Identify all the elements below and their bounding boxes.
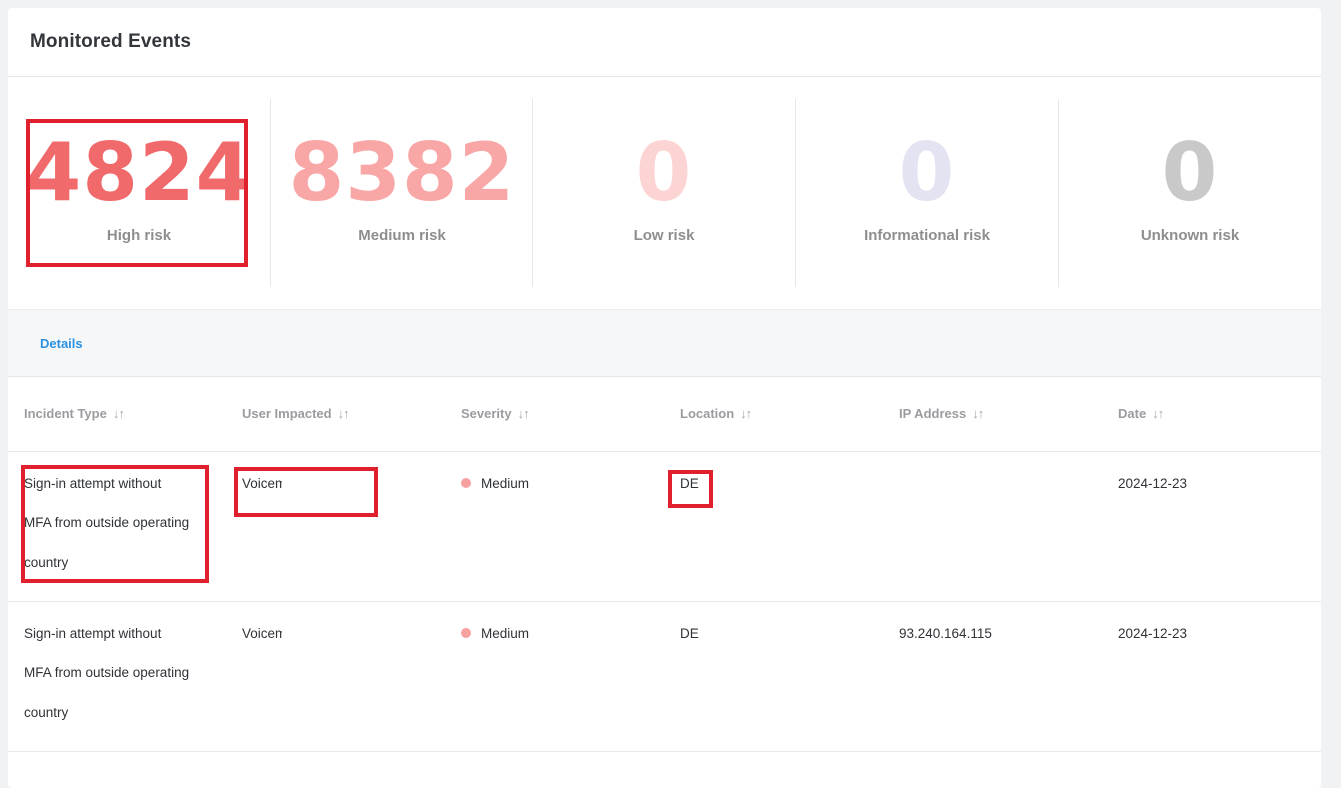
date-value: 2024-12-23 [1118,625,1188,641]
cell-date: 2024-12-23 [1102,601,1321,752]
stat-value: 8382 [288,126,516,219]
sort-icon[interactable]: ↓↑ [518,406,530,421]
cell-ip-address [883,451,1102,602]
cell-severity: Medium [445,451,664,602]
stat-unknown-risk[interactable]: 0 Unknown risk [1059,99,1321,287]
column-header-date[interactable]: Date ↓↑ [1102,377,1321,452]
sort-icon[interactable]: ↓↑ [740,406,752,421]
cell-date: 2024-12-23 [1102,451,1321,602]
severity-value: Medium [481,625,530,641]
stat-label: Medium risk [358,227,446,244]
cell-ip-address: 93.240.164.115 [883,601,1102,752]
sort-icon[interactable]: ↓↑ [1152,406,1164,421]
cell-severity: Medium [445,601,664,752]
cell-incident-type: Sign-in attempt without MFA from outside… [8,601,226,752]
details-bar: Details [8,309,1321,377]
incident-line: MFA from outside operating [24,665,190,680]
annotation-box [668,470,713,508]
severity-dot-icon [461,627,471,638]
column-header-location[interactable]: Location ↓↑ [664,377,883,452]
table-row[interactable]: Sign-in attempt without MFA from outside… [8,601,1321,752]
location-value: DE [680,625,699,641]
page-title: Monitored Events [30,31,192,52]
stat-label: Unknown risk [1140,227,1240,244]
severity-dot-icon [461,477,471,488]
stat-value: 0 [1161,126,1219,219]
annotation-box [21,465,209,583]
stat-low-risk[interactable]: 0 Low risk [533,99,795,287]
cell-user-impacted: Voicem [226,601,445,752]
column-header-ip-address[interactable]: IP Address ↓↑ [883,377,1102,452]
sort-icon[interactable]: ↓↑ [972,406,984,421]
incident-line: Sign-in attempt without [24,625,162,641]
stat-label: Low risk [633,227,695,244]
card-header: Monitored Events [8,8,1321,77]
stat-informational-risk[interactable]: 0 Informational risk [796,99,1058,287]
stat-value: 0 [898,126,956,219]
column-header-severity[interactable]: Severity ↓↑ [445,377,664,452]
column-header-incident-type[interactable]: Incident Type ↓↑ [8,377,226,452]
details-tab[interactable]: Details [40,336,83,351]
date-value: 2024-12-23 [1118,475,1188,491]
table-header-row: Incident Type ↓↑ User Impacted ↓↑ Severity… [8,377,1321,452]
stat-value: 0 [635,126,693,219]
severity-value: Medium [481,475,530,491]
column-header-user-impacted[interactable]: User Impacted ↓↑ [226,377,445,452]
user-value: Voicem [242,625,282,641]
sort-icon[interactable]: ↓↑ [338,406,350,421]
annotation-box [234,467,378,517]
cell-location: DE [664,601,883,752]
stat-medium-risk[interactable]: 8382 Medium risk [271,99,533,287]
annotation-box [26,119,248,267]
ip-value: 93.240.164.115 [899,625,992,641]
incident-line: country [24,704,69,720]
sort-icon[interactable]: ↓↑ [113,406,125,421]
stat-label: Informational risk [864,227,990,244]
